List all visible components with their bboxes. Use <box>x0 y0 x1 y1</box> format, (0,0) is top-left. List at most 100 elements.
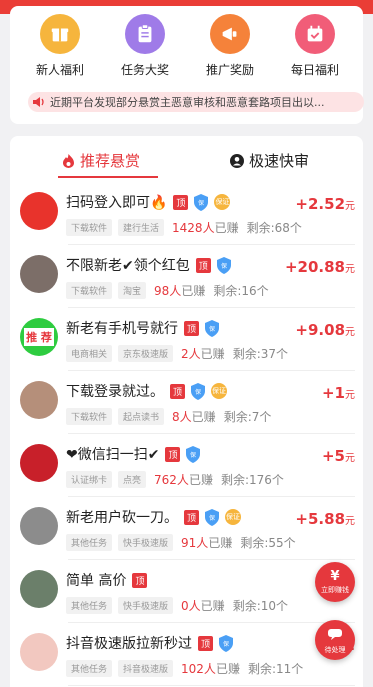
shield-icon: 保 <box>193 193 209 211</box>
task-title: 抖音极速版拉新秒过 <box>66 636 192 652</box>
task-meta-row: 下载软件 起点读书 8人 已赚 剩余:7个 <box>66 408 271 425</box>
task-item[interactable]: 不限新老✔领个红包顶 保下载软件 淘宝 98人 已赚 剩余:16个 +20.88元 <box>10 245 363 308</box>
task-item[interactable]: 抖音极速版拉新秒过顶保其他任务抖音极速版102人已赚剩余:11个+2 <box>10 623 363 686</box>
task-title-row: 新老用户砍一刀。顶 保 保证 <box>66 507 241 527</box>
reward-price: +1元 <box>322 384 355 402</box>
remaining-count: 剩余:68个 <box>246 221 302 235</box>
task-meta-row: 电商相关 京东极速版 2人 已赚 剩余:37个 <box>66 345 288 362</box>
task-item[interactable]: 推 荐新老有手机号就行顶 保电商相关 京东极速版 2人 已赚 剩余:37个 +9.08元 <box>10 308 363 371</box>
task-title: 简单 高价 <box>66 573 127 589</box>
svg-text:保: 保 <box>209 514 215 522</box>
deposit-badge-icon: 保证 <box>225 509 241 525</box>
earned-label: 已赚 <box>215 662 240 676</box>
earned-count: 1428人 <box>172 221 215 235</box>
task-tag: 建行生活 <box>118 219 165 236</box>
avatar-text: 推 荐 <box>24 328 54 346</box>
notice-text: 近期平台发现部分悬赏主恶意审核和恶意套路项目出以... <box>50 96 325 109</box>
task-list-card: 推荐悬赏 极速快审 扫码登入即可🔥 顶保保证 下载软件 建行生活 1428人 已赚 剩余:6… <box>10 136 363 687</box>
pending-button[interactable]: 待处理 <box>315 620 355 660</box>
task-title-row: 抖音极速版拉新秒过顶 保 <box>66 633 234 653</box>
top-badge: 顶 <box>195 257 211 273</box>
reward-amount: +20.88 <box>284 258 345 276</box>
task-meta-row: 其他任务 快手极速版 91人 已赚 剩余:55个 <box>66 534 296 551</box>
feature-label: 新人福利 <box>35 63 84 77</box>
top-badge: 顶 <box>184 320 199 336</box>
reward-price: +9.08元 <box>295 321 355 339</box>
notice-bar[interactable]: 近期平台发现部分悬赏主恶意审核和恶意套路项目出以... <box>28 92 364 112</box>
avatar <box>20 192 58 230</box>
tab-label: 极速快审 <box>249 152 310 170</box>
task-item[interactable]: 新老用户砍一刀。顶 保 保证 其他任务 快手极速版 91人 已赚 剩余:55个 +5.88元 <box>10 497 363 560</box>
earned-label: 已赚 <box>208 536 233 550</box>
earned-count: 8人 <box>172 410 192 424</box>
reward-price: +2.52元 <box>295 195 355 213</box>
pending-label: 待处理 <box>324 646 346 654</box>
earn-now-button[interactable]: ¥ 立即赚钱 <box>315 562 355 602</box>
task-title-row: 不限新老✔领个红包顶 保 <box>66 255 232 275</box>
earned-label: 已赚 <box>188 473 213 487</box>
svg-text:保: 保 <box>198 199 204 207</box>
task-tag: 淘宝 <box>118 282 147 299</box>
reward-price: +20.88元 <box>285 258 355 276</box>
feature-card: 新人福利 任务大奖 推广奖励 每日福利 近期平台发现部分悬赏主恶意审核和恶意套路… <box>10 6 364 124</box>
avatar <box>20 255 58 293</box>
task-title-row: 下载登录就过。顶 保 保证 <box>66 381 227 401</box>
shield-icon: 保 <box>204 508 220 526</box>
remaining-count: 剩余:7个 <box>223 410 272 424</box>
task-title: 新老用户砍一刀。 <box>66 510 178 526</box>
task-tag: 抖音极速版 <box>118 660 174 677</box>
task-item[interactable]: 下载登录就过。顶 保 保证 下载软件 起点读书 8人 已赚 剩余:7个 +1元 <box>10 371 363 434</box>
earn-now-label: 立即赚钱 <box>321 586 349 594</box>
task-tag: 起点读书 <box>118 408 165 425</box>
top-badge: 顶 <box>132 572 148 588</box>
megaphone-icon <box>210 14 250 54</box>
remaining-count: 剩余:11个 <box>247 662 304 676</box>
feature-label: 每日福利 <box>290 63 339 77</box>
remaining-count: 剩余:10个 <box>232 599 289 613</box>
speaker-icon <box>28 92 50 112</box>
tab-underline <box>58 176 158 178</box>
shield-icon: 保 <box>185 445 201 463</box>
task-title-row: 简单 高价顶 <box>66 570 148 590</box>
task-tag: 电商相关 <box>66 345 113 362</box>
task-title-row: 扫码登入即可🔥 顶 保 保证 <box>66 192 231 212</box>
earned-count: 91人 <box>181 536 209 550</box>
shield-icon: 保 <box>216 256 232 274</box>
task-title: 下载登录就过。 <box>66 384 164 400</box>
task-tag: 其他任务 <box>66 660 113 677</box>
task-tag: 京东极速版 <box>118 345 174 362</box>
task-title: ❤微信扫一扫✔ <box>66 447 160 463</box>
remaining-count: 剩余:176个 <box>220 473 284 487</box>
person-icon <box>230 153 244 168</box>
reward-unit: 元 <box>345 327 355 338</box>
svg-text:保: 保 <box>209 325 215 333</box>
calendar-icon <box>295 14 335 54</box>
task-title: 不限新老✔领个红包 <box>66 258 190 274</box>
top-badge: 顶 <box>170 383 185 399</box>
reward-unit: 元 <box>345 453 355 464</box>
remaining-count: 剩余:16个 <box>213 284 269 298</box>
feature-daily-welfare[interactable]: 每日福利 <box>275 14 355 78</box>
earned-label: 已赚 <box>181 284 206 298</box>
earned-count: 0人 <box>181 599 201 613</box>
reward-amount: +1 <box>321 384 345 402</box>
task-tag: 快手极速版 <box>118 597 174 614</box>
task-item[interactable]: ❤微信扫一扫✔ 顶 保认证绑卡 点亮 762人 已赚 剩余:176个 +5元 <box>10 434 363 497</box>
feature-task-prize[interactable]: 任务大奖 <box>105 14 185 78</box>
tab-bar: 推荐悬赏 极速快审 <box>10 136 363 182</box>
shield-icon: 保 <box>204 319 220 337</box>
reward-unit: 元 <box>345 264 355 275</box>
task-item[interactable]: 简单 高价顶其他任务 快手极速版 0人 已赚 剩余:10个 <box>10 560 363 623</box>
top-badge: 顶 <box>198 635 213 651</box>
feature-promo-reward[interactable]: 推广奖励 <box>190 14 270 78</box>
reward-amount: +5 <box>321 447 345 465</box>
tab-recommended[interactable]: 推荐悬赏 <box>62 150 140 171</box>
task-item[interactable]: 扫码登入即可🔥 顶 保 保证 下载软件 建行生活 1428人 已赚 剩余:68个 +2.52元 <box>10 182 363 245</box>
fire-icon <box>62 153 75 168</box>
top-badge: 顶 <box>165 446 181 462</box>
divider <box>68 685 355 686</box>
feature-newbie-welfare[interactable]: 新人福利 <box>20 14 100 78</box>
tab-fast-review[interactable]: 极速快审 <box>230 150 309 171</box>
earned-label: 已赚 <box>214 221 239 235</box>
task-tag: 认证绑卡 <box>66 471 113 488</box>
